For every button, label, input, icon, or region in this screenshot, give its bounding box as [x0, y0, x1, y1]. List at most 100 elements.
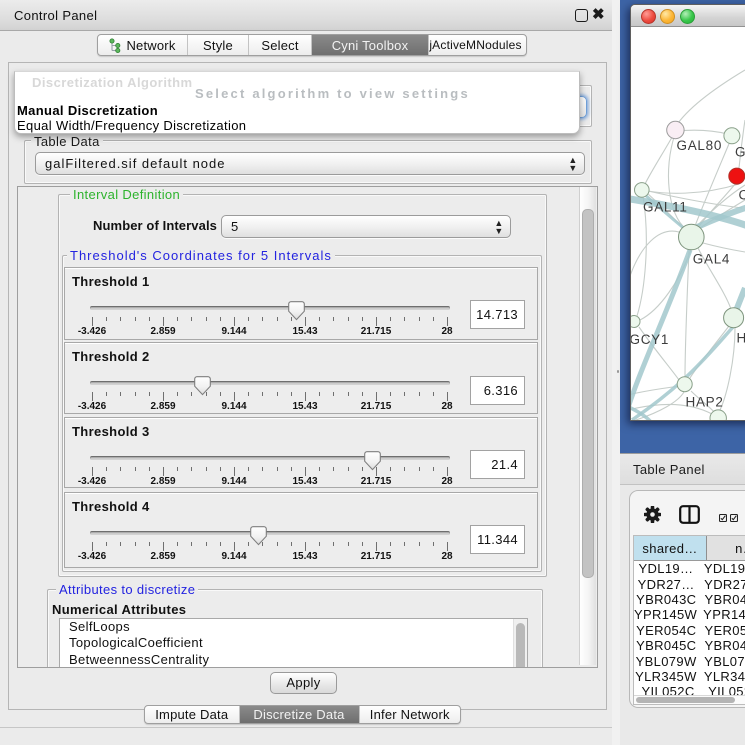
minor-tick: [419, 392, 420, 396]
table-row[interactable]: YPR145WYPR145W: [634, 607, 745, 622]
table-row[interactable]: YDR27…YDR277C: [634, 576, 745, 591]
minor-tick: [248, 392, 249, 396]
horizontal-scrollbar-thumb[interactable]: [636, 697, 735, 703]
minimize-traffic-light[interactable]: [660, 9, 675, 24]
tab-style[interactable]: Style: [188, 35, 249, 55]
column-header-name[interactable]: n…: [707, 536, 745, 560]
tick-label: 2.859: [150, 476, 175, 487]
tab-select[interactable]: Select: [249, 35, 312, 55]
table-row[interactable]: YDL19…YDL194W: [634, 561, 745, 576]
slider-thumb[interactable]: [194, 376, 211, 396]
minor-tick: [319, 317, 320, 321]
network-node[interactable]: [631, 316, 640, 328]
column-header-shared-name[interactable]: shared…: [634, 536, 707, 560]
network-node[interactable]: [729, 168, 745, 184]
panel-divider[interactable]: [612, 0, 620, 745]
network-node[interactable]: [724, 308, 744, 328]
tab-cyni-toolbox[interactable]: Cyni Toolbox: [312, 35, 429, 55]
network-node-label: GCY1: [631, 332, 669, 347]
cell-name: YLR345W: [698, 669, 745, 684]
tick-label: -3.426: [78, 551, 106, 562]
network-edge[interactable]: [676, 70, 745, 126]
table-panel-titlebar: Table Panel: [620, 453, 745, 485]
close-traffic-light[interactable]: [641, 9, 656, 24]
threshold-panel-4: Threshold 4-3.4262.8599.14415.4321.71528…: [64, 492, 538, 568]
combo-arrows-icon: ▲▼: [562, 156, 584, 172]
list-scrollbar-track[interactable]: [513, 619, 527, 667]
split-view-icon[interactable]: [679, 505, 700, 529]
minor-tick: [390, 542, 391, 546]
minor-tick: [206, 467, 207, 471]
gear-icon[interactable]: [644, 506, 661, 528]
network-node[interactable]: [679, 224, 705, 250]
apply-button[interactable]: Apply: [270, 672, 337, 694]
settings-scrollbar-thumb[interactable]: [582, 209, 594, 578]
major-tick: [305, 392, 306, 401]
zoom-traffic-light[interactable]: [680, 9, 695, 24]
network-node[interactable]: [710, 410, 726, 420]
table-row[interactable]: YBR045CYBR045C: [634, 638, 745, 653]
popup-item-manual-discretization[interactable]: Manual Discretization: [17, 103, 158, 118]
slider-thumb[interactable]: [250, 526, 267, 546]
network-node[interactable]: [724, 128, 740, 144]
network-edge[interactable]: [648, 184, 739, 193]
slider-thumb[interactable]: [288, 301, 305, 321]
network-node[interactable]: [667, 121, 684, 138]
slider-thumb[interactable]: [364, 451, 381, 471]
minor-tick: [220, 542, 221, 546]
list-item[interactable]: TopologicalCoefficient: [60, 635, 527, 651]
tab-label: Network: [126, 38, 175, 53]
network-node-label: HAP2: [686, 395, 724, 410]
minor-tick: [177, 467, 178, 471]
list-item[interactable]: SelfLoops: [60, 619, 527, 635]
popup-item-equal-width[interactable]: Equal Width/Frequency Discretization: [17, 118, 246, 133]
table-row[interactable]: YBR043CYBR043C: [634, 592, 745, 607]
tick-label: 28: [441, 476, 452, 487]
slider-track[interactable]: [90, 381, 450, 385]
numerical-attributes-list[interactable]: SelfLoopsTopologicalCoefficientBetweenne…: [59, 618, 528, 668]
close-icon[interactable]: ✖: [592, 5, 605, 23]
window-bottom-edge: [0, 727, 612, 728]
tab-network[interactable]: Network: [98, 35, 188, 55]
tab-jactivemnodules[interactable]: jActiveMNodules: [429, 35, 522, 55]
major-tick: [163, 392, 164, 401]
table-data-label: Table Data: [31, 134, 103, 149]
tick-label: 21.715: [361, 326, 392, 337]
network-edge[interactable]: [631, 231, 679, 282]
threshold-value-field[interactable]: 21.4: [470, 450, 525, 479]
threshold-value-field[interactable]: 6.316: [470, 376, 525, 405]
tab-infer-network[interactable]: Infer Network: [360, 706, 461, 723]
checkbox-checked-icon[interactable]: [730, 509, 738, 527]
table-data-combo[interactable]: galFiltered.sif default node▲▼: [35, 152, 585, 175]
tab-discretize-data[interactable]: Discretize Data: [240, 706, 360, 723]
threshold-value-field[interactable]: 11.344: [470, 525, 525, 554]
node-table: shared… n… YDL19…YDL194WYDR27…YDR277CYBR…: [633, 535, 745, 705]
table-row[interactable]: YLR345WYLR345W: [634, 669, 745, 684]
cell-name: YBR045C: [699, 638, 745, 653]
popup-hint-item[interactable]: Select algorithm to view settings: [195, 86, 470, 101]
list-item[interactable]: BetweennessCentrality: [60, 652, 527, 668]
slider-track[interactable]: [90, 531, 450, 535]
minor-tick: [106, 467, 107, 471]
network-edge[interactable]: [645, 132, 675, 184]
network-edge[interactable]: [685, 250, 689, 377]
minor-tick: [419, 467, 420, 471]
network-node[interactable]: [635, 183, 650, 198]
table-row[interactable]: YBL079WYBL079W: [634, 653, 745, 668]
network-window-titlebar[interactable]: [631, 5, 745, 27]
float-window-icon[interactable]: [575, 9, 588, 22]
number-of-intervals-combo[interactable]: 5▲▼: [221, 215, 511, 238]
tab-label: Style: [203, 38, 233, 53]
slider-track[interactable]: [90, 456, 450, 460]
slider-track[interactable]: [90, 306, 450, 310]
list-scrollbar-thumb[interactable]: [516, 623, 525, 668]
network-node[interactable]: [677, 377, 692, 392]
minor-tick: [149, 317, 150, 321]
horizontal-scrollbar[interactable]: [634, 695, 745, 704]
table-row[interactable]: YER054CYER054C: [634, 623, 745, 638]
checkbox-checked-icon[interactable]: [719, 509, 727, 527]
threshold-value-field[interactable]: 14.713: [470, 300, 525, 329]
tab-impute-data[interactable]: Impute Data: [145, 706, 240, 723]
network-canvas[interactable]: GAL80GALCYGAL11GAL4GCY1HHAP2: [631, 27, 745, 420]
minor-tick: [433, 542, 434, 546]
